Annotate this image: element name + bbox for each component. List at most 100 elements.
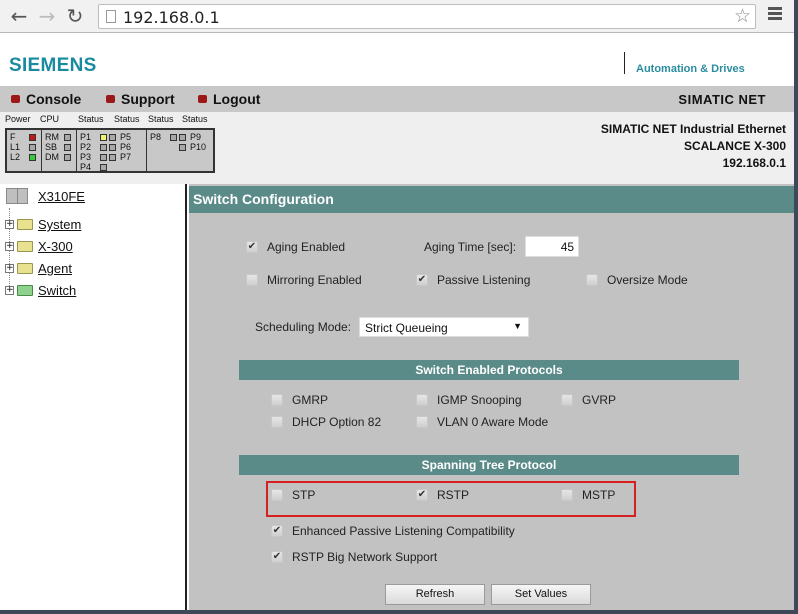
bullet-icon xyxy=(198,95,207,103)
led-p8-icon xyxy=(170,133,177,141)
checkbox-label: VLAN 0 Aware Mode xyxy=(437,415,549,429)
device-icon xyxy=(6,188,28,204)
vlan0-aware-checkbox[interactable]: VLAN 0 Aware Mode xyxy=(416,415,548,429)
menu-support[interactable]: Support xyxy=(106,91,175,107)
cpu-leds: RM SB DM xyxy=(42,130,77,171)
tree-link[interactable]: Switch xyxy=(38,283,76,298)
checkbox-unchecked[interactable] xyxy=(271,489,283,501)
led-p2-icon xyxy=(100,143,107,151)
igmp-snooping-checkbox[interactable]: IGMP Snooping xyxy=(416,393,522,407)
tree-item-system[interactable]: + System xyxy=(5,217,81,232)
led-headers: Power CPU Status Status Status Status xyxy=(5,114,216,126)
led-p1-icon xyxy=(100,133,107,141)
checkbox-label: DHCP Option 82 xyxy=(292,415,382,429)
led-label: P10 xyxy=(190,142,207,152)
led-p7-icon xyxy=(109,153,116,161)
forward-icon[interactable]: → xyxy=(36,5,58,27)
back-icon[interactable]: ← xyxy=(8,5,30,27)
product-line: SIMATIC NET xyxy=(678,92,766,107)
checkbox-unchecked[interactable] xyxy=(561,394,573,406)
led-p9-icon xyxy=(179,133,186,141)
tree-item-agent[interactable]: + Agent xyxy=(5,261,72,276)
checkbox-checked[interactable]: ✔ xyxy=(271,525,283,537)
folder-icon xyxy=(17,263,33,274)
checkbox-label: Aging Enabled xyxy=(267,240,346,254)
led-header: Status xyxy=(182,114,208,124)
tree-link[interactable]: X-300 xyxy=(38,239,73,254)
led-header: CPU xyxy=(40,114,60,124)
led-label: P7 xyxy=(120,152,132,162)
led-grid: F L1 L2 RM SB DM P1 P5 P2 P6 P3 P7 P4 P8 P9 xyxy=(5,128,215,173)
led-p10-icon xyxy=(179,143,186,151)
folder-open-icon xyxy=(17,285,33,296)
checkbox-unchecked[interactable] xyxy=(246,274,258,286)
oversize-mode-checkbox[interactable]: Oversize Mode xyxy=(586,273,688,287)
checkbox-unchecked[interactable] xyxy=(416,416,428,428)
tree-item-x300[interactable]: + X-300 xyxy=(5,239,73,254)
checkbox-label: Oversize Mode xyxy=(607,273,688,287)
reload-icon[interactable]: ↻ xyxy=(64,5,86,27)
dropdown-arrow-icon: ▼ xyxy=(513,321,522,331)
checkbox-checked[interactable]: ✔ xyxy=(416,489,428,501)
set-values-button[interactable]: Set Values xyxy=(491,584,591,605)
led-label: L1 xyxy=(10,142,21,152)
rstp-checkbox[interactable]: ✔ RSTP xyxy=(416,488,469,502)
checkbox-unchecked[interactable] xyxy=(561,489,573,501)
checkbox-label: Enhanced Passive Listening Compatibility xyxy=(292,524,515,538)
rstp-big-network-checkbox[interactable]: ✔ RSTP Big Network Support xyxy=(271,550,437,564)
checkbox-unchecked[interactable] xyxy=(271,394,283,406)
tree-root[interactable]: X310FE xyxy=(6,188,85,204)
expand-icon[interactable]: + xyxy=(5,286,14,295)
led-header: Status xyxy=(148,114,174,124)
refresh-button[interactable]: Refresh xyxy=(385,584,485,605)
address-bar[interactable]: 192.168.0.1 ☆ xyxy=(98,4,756,29)
header-divider xyxy=(624,52,625,74)
tree-link[interactable]: Agent xyxy=(38,261,72,276)
device-ip: 192.168.0.1 xyxy=(722,156,786,170)
led-label: P2 xyxy=(80,142,92,152)
aging-time-input[interactable]: 45 xyxy=(525,236,580,257)
checkbox-checked[interactable]: ✔ xyxy=(271,551,283,563)
bullet-icon xyxy=(106,95,115,103)
gmrp-checkbox[interactable]: GMRP xyxy=(271,393,328,407)
tree-link[interactable]: System xyxy=(38,217,81,232)
checkbox-unchecked[interactable] xyxy=(586,274,598,286)
mirroring-enabled-checkbox[interactable]: Mirroring Enabled xyxy=(246,273,362,287)
bullet-icon xyxy=(11,95,20,103)
checkbox-checked[interactable]: ✔ xyxy=(246,241,258,253)
gvrp-checkbox[interactable]: GVRP xyxy=(561,393,616,407)
checkbox-unchecked[interactable] xyxy=(271,416,283,428)
expand-icon[interactable]: + xyxy=(5,264,14,273)
stp-section-header: Spanning Tree Protocol xyxy=(239,455,739,475)
expand-icon[interactable]: + xyxy=(5,220,14,229)
led-label: P8 xyxy=(150,132,162,142)
led-label: P6 xyxy=(120,142,132,152)
bookmark-star-icon[interactable]: ☆ xyxy=(734,5,751,27)
enhanced-passive-listening-checkbox[interactable]: ✔ Enhanced Passive Listening Compatibili… xyxy=(271,524,515,538)
device-status-bar: Power CPU Status Status Status Status F … xyxy=(0,112,794,184)
browser-toolbar: ← → ↻ 192.168.0.1 ☆ xyxy=(0,0,794,33)
aging-enabled-checkbox[interactable]: ✔ Aging Enabled xyxy=(246,240,345,254)
scheduling-mode-select[interactable]: Strict Queueing ▼ xyxy=(359,317,529,337)
dhcp-option-82-checkbox[interactable]: DHCP Option 82 xyxy=(271,415,381,429)
menu-console[interactable]: Console xyxy=(11,91,81,107)
passive-listening-checkbox[interactable]: ✔ Passive Listening xyxy=(416,273,530,287)
url-text[interactable]: 192.168.0.1 xyxy=(123,8,220,27)
browser-window: ← → ↻ 192.168.0.1 ☆ SIEMENS Automation &… xyxy=(0,0,794,610)
expand-icon[interactable]: + xyxy=(5,242,14,251)
tree-item-switch[interactable]: + Switch xyxy=(5,283,76,298)
folder-icon xyxy=(17,219,33,230)
led-panel: Power CPU Status Status Status Status F … xyxy=(5,114,216,173)
navigation-tree: X310FE + System + X-300 + Agent + Switch xyxy=(0,184,187,610)
led-l1-icon xyxy=(29,143,36,151)
aging-time-field: Aging Time [sec]: 45 xyxy=(424,236,580,257)
stp-checkbox[interactable]: STP xyxy=(271,488,315,502)
tree-root-link[interactable]: X310FE xyxy=(38,189,85,204)
led-label: F xyxy=(10,132,16,142)
checkbox-checked[interactable]: ✔ xyxy=(416,274,428,286)
mstp-checkbox[interactable]: MSTP xyxy=(561,488,615,502)
tagline: Automation & Drives xyxy=(636,63,745,75)
menu-logout[interactable]: Logout xyxy=(198,91,260,107)
browser-menu-icon[interactable] xyxy=(768,7,782,23)
checkbox-unchecked[interactable] xyxy=(416,394,428,406)
